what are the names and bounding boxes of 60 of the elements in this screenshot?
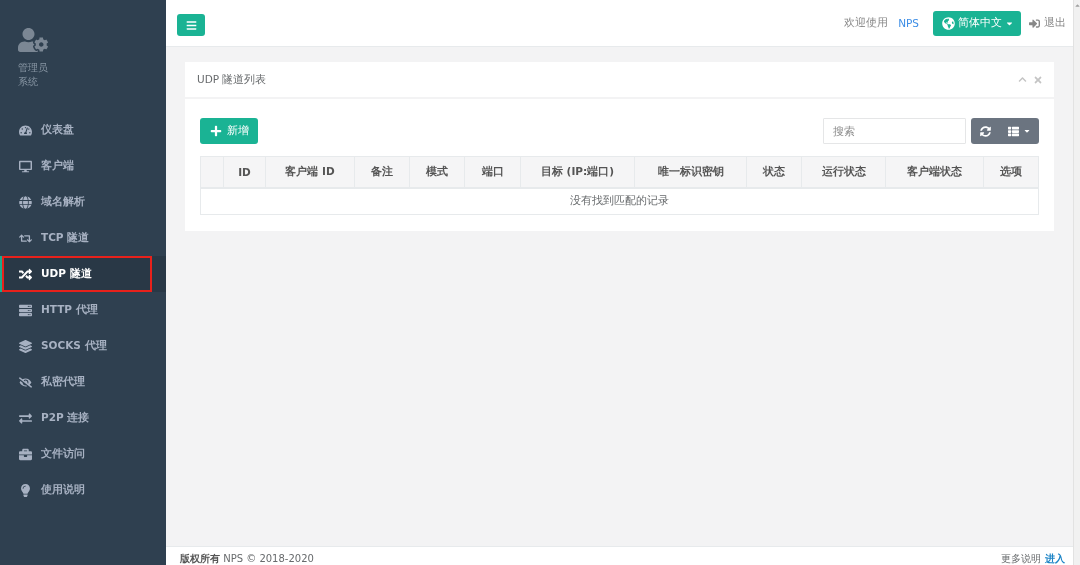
sidebar-item[interactable]: P2P 连接 [0,400,166,436]
sidebar-item[interactable]: 域名解析 [0,184,166,220]
user-gear-icon [18,25,48,55]
column-header: 目标 (IP:端口) [520,156,635,188]
scrollbar[interactable] [1073,0,1080,565]
enter-link[interactable]: 进入 [1045,552,1065,565]
column-header: 运行状态 [801,156,886,188]
column-header: 选项 [983,156,1039,188]
sidebar-item[interactable]: 文件访问 [0,436,166,472]
list-icon [1007,125,1019,137]
shuffle-icon [19,267,32,281]
logout-link[interactable]: 退出 [1029,16,1066,30]
lightbulb-icon [19,483,32,497]
footer-text: 更多说明 [1001,552,1041,565]
menu-icon [185,19,197,31]
search-field[interactable]: 搜索 [823,118,966,144]
refresh-button[interactable] [971,118,999,144]
copyright-text: 版权所有 NPS © 2018-2020 [180,552,314,565]
username-link[interactable]: NPS [898,17,919,29]
sign-in-icon [1029,17,1040,29]
sidebar-item[interactable]: UDP 隧道 [0,256,166,292]
sidebar-item[interactable]: TCP 隧道 [0,220,166,256]
briefcase-icon [19,447,32,461]
column-header: 状态 [746,156,802,188]
globe-icon [19,195,32,209]
column-header: 模式 [409,156,465,188]
gauge-icon [19,123,32,137]
profile-role: 系统 [18,75,38,89]
column-header: 端口 [464,156,521,188]
close-icon[interactable] [1033,74,1043,85]
monitor-icon [19,159,32,173]
sidebar-item[interactable]: HTTP 代理 [0,292,166,328]
column-header: 备注 [354,156,410,188]
column-header: ID [223,156,266,188]
server-icon [19,303,32,317]
panel-title: UDP 隧道列表 [197,72,267,87]
add-button[interactable]: 新增 [200,118,258,144]
sidebar-item[interactable]: 客户端 [0,148,166,184]
sidebar-item[interactable]: 私密代理 [0,364,166,400]
plus-icon [209,125,222,137]
column-header: 唯一标识密钥 [634,156,747,188]
sidebar-item[interactable]: 使用说明 [0,472,166,508]
empty-message: 没有找到匹配的记录 [200,187,1039,215]
menu-button[interactable] [177,14,205,36]
chevron-up-icon[interactable] [1018,75,1027,84]
exchange-arrows-icon [19,411,32,425]
arrow-up-icon[interactable] [1073,2,1080,9]
column-header: 客户端 ID [265,156,355,188]
profile-name: 管理员 [18,61,48,75]
caret-icon [1022,127,1031,135]
eye-slash-icon [19,375,32,389]
layers-icon [19,339,32,353]
columns-button[interactable] [999,118,1039,144]
refresh-icon [979,125,991,137]
sidebar-item[interactable]: 仪表盘 [0,112,166,148]
sidebar-item[interactable]: SOCKS 代理 [0,328,166,364]
welcome-text: 欢迎使用 [844,16,889,30]
column-header: 客户端状态 [885,156,984,188]
globe-icon [942,16,955,30]
language-button[interactable]: 简体中文 [933,10,1021,36]
